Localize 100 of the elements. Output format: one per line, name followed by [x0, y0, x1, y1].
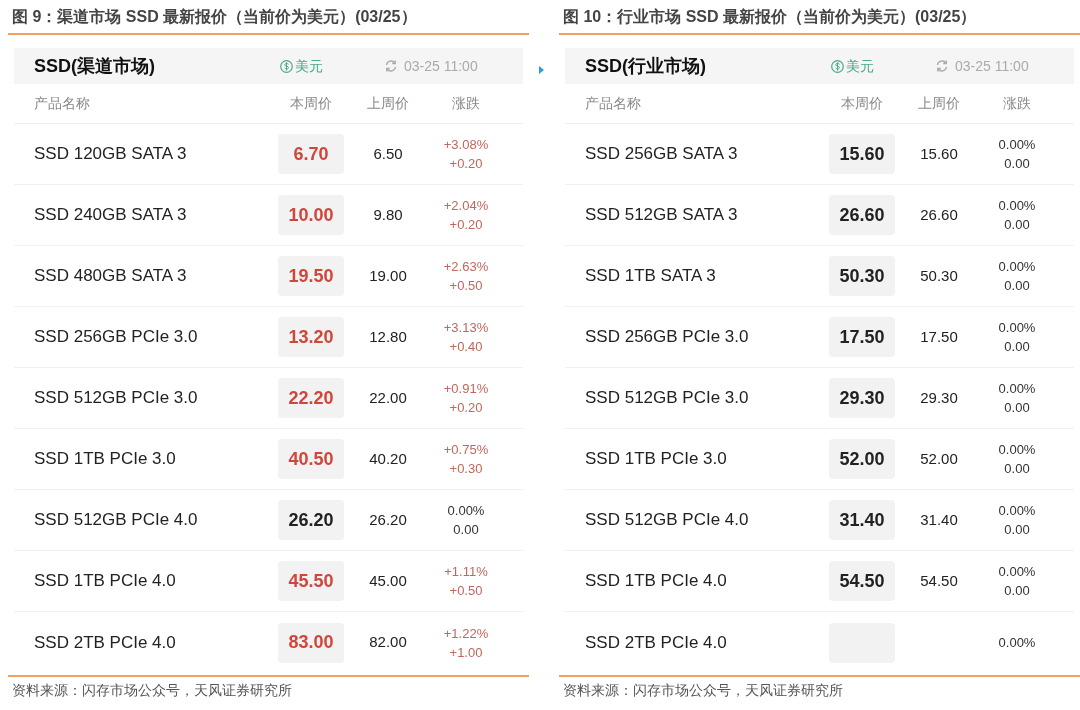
update-time: 03-25 11:00 — [404, 56, 478, 76]
change-amount: +0.20 — [449, 399, 483, 417]
change-percent: +1.11% — [444, 563, 488, 581]
change-amount: +0.20 — [449, 216, 483, 234]
source-note: 资料来源：闪存市场公众号，天风证券研究所 — [11, 681, 293, 700]
column-header: 涨跌 — [451, 94, 481, 113]
current-price: 45.50 — [278, 561, 344, 601]
card-title: SSD(渠道市场) — [34, 54, 156, 78]
current-price: 13.20 — [278, 317, 344, 357]
change-percent: 0.00% — [998, 502, 1036, 520]
current-price: 26.20 — [278, 500, 344, 540]
current-price: 6.70 — [278, 134, 344, 174]
current-price: 19.50 — [278, 256, 344, 296]
change-percent: +0.91% — [443, 380, 489, 398]
change-amount: +1.00 — [449, 643, 483, 662]
source-note: 资料来源：闪存市场公众号，天风证券研究所 — [562, 681, 844, 700]
product-name: SSD 120GB SATA 3 — [33, 143, 188, 166]
previous-price: 45.00 — [369, 570, 407, 591]
previous-price: 40.20 — [369, 448, 407, 469]
dollar-icon — [831, 59, 844, 73]
refresh-icon — [935, 59, 949, 73]
figure-title: 图 10：行业市场 SSD 最新报价（当前价为美元）(03/25） — [562, 7, 978, 27]
previous-price: 6.50 — [373, 143, 403, 164]
change-percent: 0.00% — [998, 258, 1036, 276]
change-amount: 0.00 — [1004, 399, 1030, 417]
product-name: SSD 1TB SATA 3 — [584, 265, 717, 288]
product-name: SSD 512GB PCIe 4.0 — [33, 509, 199, 532]
column-header: 本周价 — [840, 94, 884, 113]
previous-price: 29.30 — [920, 387, 958, 408]
update-time: 03-25 11:00 — [955, 56, 1029, 76]
card-title: SSD(行业市场) — [585, 54, 707, 78]
change-amount: 0.00 — [1004, 338, 1030, 356]
change-amount: 0.00 — [453, 521, 479, 539]
previous-price: 26.60 — [920, 204, 958, 225]
previous-price: 26.20 — [369, 509, 407, 530]
product-name: SSD 1TB PCIe 3.0 — [33, 448, 177, 471]
current-price: 10.00 — [278, 195, 344, 235]
product-name: SSD 1TB PCIe 3.0 — [584, 448, 728, 471]
change-amount: 0.00 — [1004, 155, 1030, 173]
current-price: 26.60 — [829, 195, 895, 235]
column-header: 产品名称 — [584, 94, 642, 113]
product-name: SSD 256GB PCIe 3.0 — [584, 326, 750, 349]
change-percent: 0.00% — [998, 563, 1036, 581]
previous-price: 17.50 — [920, 326, 958, 347]
current-price: 83.00 — [278, 622, 344, 663]
change-percent: 0.00% — [998, 634, 1036, 652]
product-name: SSD 2TB PCIe 4.0 — [584, 631, 728, 654]
change-percent: +3.13% — [443, 319, 489, 337]
change-amount: 0.00 — [1004, 460, 1030, 478]
column-header: 上周价 — [917, 94, 961, 113]
product-name: SSD 256GB PCIe 3.0 — [33, 326, 199, 349]
change-amount: 0.00 — [1004, 216, 1030, 234]
change-percent: 0.00% — [998, 380, 1036, 398]
product-name: SSD 1TB PCIe 4.0 — [33, 570, 177, 593]
change-percent: 0.00% — [998, 136, 1036, 154]
current-price: 54.50 — [829, 561, 895, 601]
previous-price: 15.60 — [920, 143, 958, 164]
current-price: 22.20 — [278, 378, 344, 418]
current-price: 50.30 — [829, 256, 895, 296]
column-header: 涨跌 — [1002, 94, 1032, 113]
previous-price: 31.40 — [920, 509, 958, 530]
change-amount: +0.40 — [449, 338, 483, 356]
change-percent: 0.00% — [998, 319, 1036, 337]
current-price: 31.40 — [829, 500, 895, 540]
dollar-icon — [280, 59, 293, 73]
previous-price: 19.00 — [369, 265, 407, 286]
current-price: 17.50 — [829, 317, 895, 357]
triangle-marker-icon — [539, 66, 544, 74]
column-header: 产品名称 — [33, 94, 91, 113]
column-header: 本周价 — [289, 94, 333, 113]
previous-price: 22.00 — [369, 387, 407, 408]
change-percent: 0.00% — [447, 502, 485, 520]
current-price: 29.30 — [829, 378, 895, 418]
current-price: 40.50 — [278, 439, 344, 479]
change-percent: +0.75% — [443, 441, 489, 459]
figure-title: 图 9：渠道市场 SSD 最新报价（当前价为美元）(03/25） — [11, 7, 418, 27]
product-name: SSD 512GB PCIe 4.0 — [584, 509, 750, 532]
change-amount: 0.00 — [1004, 277, 1030, 295]
change-percent: 0.00% — [998, 441, 1036, 459]
change-amount: +0.20 — [449, 155, 483, 173]
change-percent: +3.08% — [443, 136, 489, 154]
change-amount: +0.50 — [449, 277, 483, 295]
previous-price: 54.50 — [920, 570, 958, 591]
change-percent: +2.04% — [443, 197, 489, 215]
product-name: SSD 256GB SATA 3 — [584, 143, 739, 166]
change-percent: +2.63% — [443, 258, 489, 276]
current-price: 15.60 — [829, 134, 895, 174]
change-percent: 0.00% — [998, 197, 1036, 215]
product-name: SSD 512GB SATA 3 — [584, 204, 739, 227]
product-name: SSD 240GB SATA 3 — [33, 204, 188, 227]
previous-price: 50.30 — [920, 265, 958, 286]
previous-price: 82.00 — [369, 632, 407, 653]
product-name: SSD 2TB PCIe 4.0 — [33, 631, 177, 654]
change-amount: 0.00 — [1004, 521, 1030, 539]
currency-label: 美元 — [846, 56, 874, 76]
change-percent: +1.22% — [443, 624, 489, 643]
product-name: SSD 512GB PCIe 3.0 — [584, 387, 750, 410]
product-name: SSD 1TB PCIe 4.0 — [584, 570, 728, 593]
column-header: 上周价 — [366, 94, 410, 113]
currency-label: 美元 — [295, 56, 323, 76]
